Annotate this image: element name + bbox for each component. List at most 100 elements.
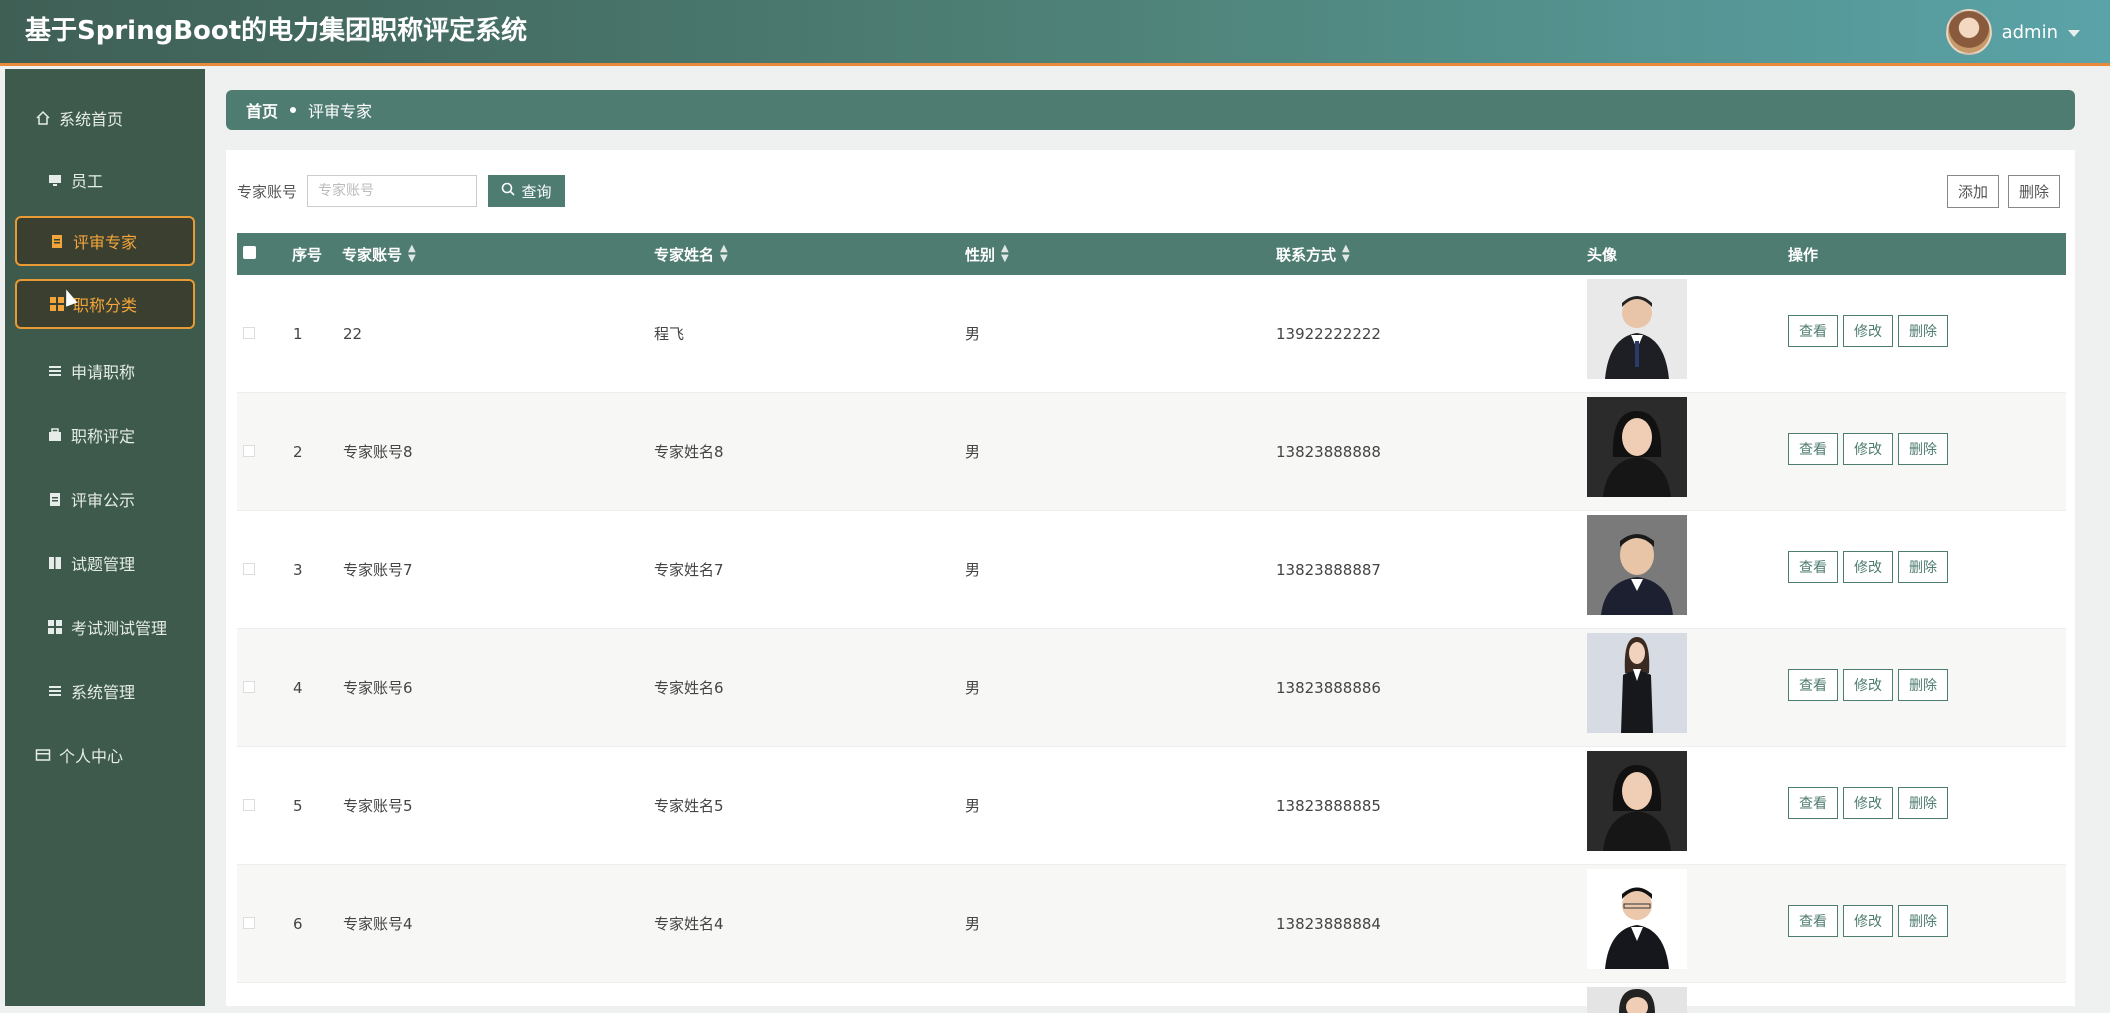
cell-index: 4	[293, 678, 303, 697]
top-header: 基于SpringBoot的电力集团职称评定系统 admin	[0, 0, 2110, 66]
sidebar-item-review-notice[interactable]: 评审公示	[15, 474, 195, 524]
sidebar-item-label: 系统首页	[59, 110, 124, 129]
cell-index: 2	[293, 442, 303, 461]
avatar-photo[interactable]	[1587, 987, 1687, 1013]
view-button[interactable]: 查看	[1788, 433, 1838, 465]
user-name[interactable]: admin	[2002, 22, 2058, 43]
row-checkbox[interactable]	[243, 917, 255, 929]
row-checkbox[interactable]	[243, 445, 255, 457]
avatar-photo[interactable]	[1587, 633, 1687, 733]
edit-button[interactable]: 修改	[1843, 787, 1893, 819]
edit-button[interactable]: 修改	[1843, 315, 1893, 347]
view-button[interactable]: 查看	[1788, 787, 1838, 819]
delete-button[interactable]: 删除	[1898, 551, 1948, 583]
delete-button[interactable]: 删除	[1898, 669, 1948, 701]
sidebar-item-label: 职称评定	[71, 427, 136, 446]
delete-button[interactable]: 删除	[1898, 905, 1948, 937]
user-avatar[interactable]	[1945, 9, 1992, 55]
breadcrumb-current: 评审专家	[308, 102, 373, 121]
header-gender[interactable]: 性别 ▲ ▼	[965, 233, 1009, 275]
add-button[interactable]: 添加	[1947, 175, 2000, 208]
search-button[interactable]: 查询	[488, 175, 565, 207]
cell-gender: 男	[965, 679, 981, 697]
search-button-label: 查询	[521, 183, 552, 201]
list-icon	[47, 683, 63, 699]
row-checkbox[interactable]	[243, 681, 255, 693]
sidebar-item-system-manage[interactable]: 系统管理	[15, 666, 195, 716]
sidebar-item-employee[interactable]: 员工	[15, 155, 195, 205]
header-index: 序号	[292, 245, 323, 264]
row-checkbox[interactable]	[243, 327, 255, 339]
cell-gender: 男	[965, 915, 981, 933]
search-icon	[501, 182, 516, 200]
user-menu[interactable]: admin	[1945, 4, 2080, 60]
breadcrumb: 首页 评审专家	[226, 90, 2075, 130]
clipboard-icon	[47, 491, 63, 507]
sidebar-item-exam-manage[interactable]: 考试测试管理	[15, 602, 195, 652]
row-checkbox[interactable]	[243, 563, 255, 575]
row-checkbox[interactable]	[243, 799, 255, 811]
briefcase-icon	[47, 427, 63, 443]
clipboard-icon	[49, 233, 65, 249]
table-row: 2 专家账号8 专家姓名8 男 13823888888 查看 修改 删除	[237, 393, 2066, 511]
sidebar-item-label: 评审专家	[73, 233, 138, 252]
header-name[interactable]: 专家姓名 ▲ ▼	[654, 233, 728, 275]
delete-button[interactable]: 删除	[1898, 787, 1948, 819]
sidebar-item-label: 员工	[71, 172, 104, 191]
avatar-photo[interactable]	[1587, 869, 1687, 969]
sidebar-item-label: 评审公示	[71, 491, 136, 510]
edit-button[interactable]: 修改	[1843, 433, 1893, 465]
header-actions: 操作	[1788, 245, 1819, 264]
sort-icon[interactable]: ▲ ▼	[1342, 244, 1350, 264]
header-phone[interactable]: 联系方式 ▲ ▼	[1276, 233, 1350, 275]
select-all-checkbox[interactable]	[243, 246, 256, 259]
cell-name: 专家姓名7	[654, 561, 724, 579]
cell-account: 专家账号5	[343, 797, 413, 815]
sidebar-item-question-manage[interactable]: 试题管理	[15, 538, 195, 588]
edit-button[interactable]: 修改	[1843, 669, 1893, 701]
cell-account: 专家账号8	[343, 443, 413, 461]
chevron-down-icon[interactable]	[2068, 30, 2080, 37]
sort-icon[interactable]: ▲ ▼	[1001, 244, 1009, 264]
batch-delete-button[interactable]: 删除	[2008, 175, 2061, 208]
avatar-photo[interactable]	[1587, 279, 1687, 379]
view-button[interactable]: 查看	[1788, 905, 1838, 937]
delete-button[interactable]: 删除	[1898, 315, 1948, 347]
content-panel: 专家账号 查询 添加 删除 序号 专家账号▲▼ 专家姓名▲▼ 性别▲▼ 联系方式…	[226, 150, 2075, 1013]
sidebar-item-personal-center[interactable]: 个人中心	[15, 730, 195, 780]
app-title: 基于SpringBoot的电力集团职称评定系统	[25, 16, 528, 46]
cell-account: 专家账号6	[343, 679, 413, 697]
sidebar-item-apply-title[interactable]: 申请职称	[15, 346, 195, 396]
cell-account: 专家账号4	[343, 915, 413, 933]
sidebar-item-home[interactable]: 系统首页	[15, 93, 195, 143]
cell-phone: 13922222222	[1276, 324, 1381, 343]
view-button[interactable]: 查看	[1788, 551, 1838, 583]
sidebar-item-title-category[interactable]: 职称分类	[15, 279, 195, 329]
avatar-photo[interactable]	[1587, 397, 1687, 497]
view-button[interactable]: 查看	[1788, 669, 1838, 701]
table-row: 6 专家账号4 专家姓名4 男 13823888884 查看 修改 删除	[237, 865, 2066, 983]
sidebar-item-title-review[interactable]: 职称评定	[15, 410, 195, 460]
breadcrumb-home[interactable]: 首页	[246, 98, 278, 122]
avatar-photo[interactable]	[1587, 515, 1687, 615]
sidebar: 系统首页 员工 评审专家 职称分类 申请职称 职称评定 评审公示 试题管理 考试…	[5, 69, 205, 1006]
view-button[interactable]: 查看	[1788, 315, 1838, 347]
sidebar-item-label: 个人中心	[59, 747, 124, 766]
table-row: 3 专家账号7 专家姓名7 男 13823888887 查看 修改 删除	[237, 511, 2066, 629]
sort-icon[interactable]: ▲ ▼	[408, 244, 416, 264]
cell-phone: 13823888885	[1276, 796, 1381, 815]
edit-button[interactable]: 修改	[1843, 551, 1893, 583]
sidebar-item-label: 系统管理	[71, 683, 136, 702]
search-input[interactable]	[307, 175, 477, 207]
sort-icon[interactable]: ▲ ▼	[720, 244, 728, 264]
table-row: 1 22 程飞 男 13922222222 查看 修改 删除	[237, 275, 2066, 393]
avatar-photo[interactable]	[1587, 751, 1687, 851]
table-header: 序号 专家账号 ▲ ▼ 专家姓名 ▲ ▼ 性别 ▲ ▼ 联系方式 ▲ ▼ 头像 操作	[237, 233, 2066, 275]
grid-icon	[47, 619, 63, 635]
sidebar-item-experts[interactable]: 评审专家	[15, 216, 195, 266]
experts-table: 序号 专家账号 ▲ ▼ 专家姓名 ▲ ▼ 性别 ▲ ▼ 联系方式 ▲ ▼ 头像 操作 1 22 …	[237, 233, 2066, 1013]
card-icon	[35, 747, 51, 763]
header-account[interactable]: 专家账号 ▲ ▼	[342, 233, 416, 275]
edit-button[interactable]: 修改	[1843, 905, 1893, 937]
delete-button[interactable]: 删除	[1898, 433, 1948, 465]
